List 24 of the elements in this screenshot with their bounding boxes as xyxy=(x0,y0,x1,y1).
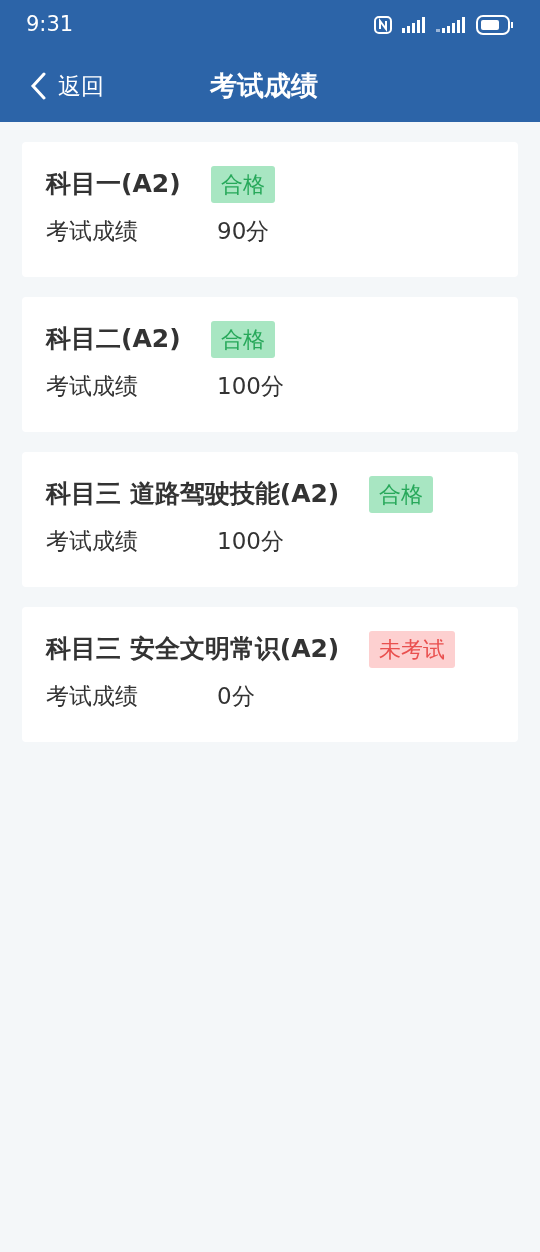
subject-title: 科目三 安全文明常识(A2) xyxy=(46,633,340,666)
score-value: 0分 xyxy=(217,682,255,711)
page-title: 考试成绩 xyxy=(210,68,318,103)
status-badge: 合格 xyxy=(369,475,434,513)
subject-title: 科目二(A2) xyxy=(46,323,181,356)
status-time: 9:31 xyxy=(26,11,74,39)
score-value: 100分 xyxy=(217,372,284,401)
subject-title: 科目一(A2) xyxy=(46,168,181,201)
score-value: 100分 xyxy=(217,527,284,556)
status-badge: 未考试 xyxy=(369,630,456,668)
score-label: 考试成绩 xyxy=(46,527,139,556)
back-icon xyxy=(30,72,46,100)
nfc-icon xyxy=(374,16,392,34)
score-label: 考试成绩 xyxy=(46,372,139,401)
signal-icon xyxy=(402,16,426,34)
battery-icon xyxy=(476,15,514,35)
status-badge: 合格 xyxy=(210,320,275,358)
score-label: 考试成绩 xyxy=(46,682,139,711)
score-label: 考试成绩 xyxy=(46,217,139,246)
subject-title: 科目三 道路驾驶技能(A2) xyxy=(46,478,340,511)
score-value: 90分 xyxy=(217,217,270,246)
status-badge: 合格 xyxy=(210,165,275,203)
back-button[interactable]: 返回 xyxy=(30,68,104,104)
signal-icon xyxy=(436,16,466,34)
